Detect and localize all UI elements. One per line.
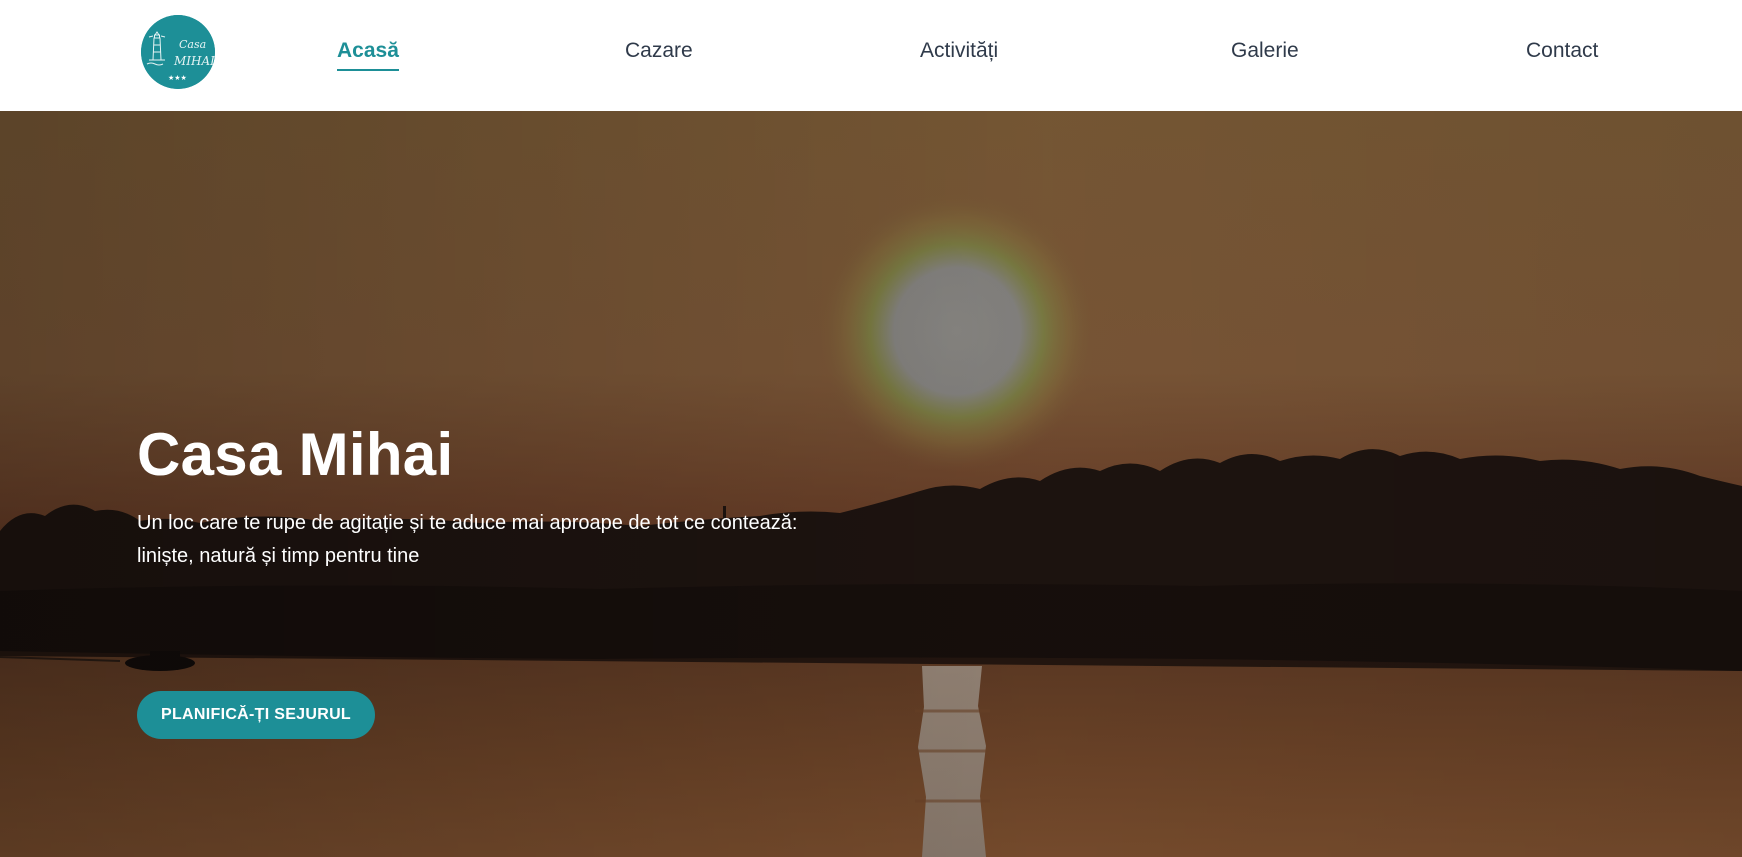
main-nav: Acasă Cazare Activități Galerie Contact [0, 0, 1742, 111]
hero-content: Casa Mihai Un loc care te rupe de agitaț… [137, 421, 1037, 573]
hero-title: Casa Mihai [137, 421, 454, 488]
site-header: Casa MIHAI ★★★ Acasă Cazare Activități G… [0, 0, 1742, 111]
nav-item-galerie[interactable]: Galerie [1231, 37, 1299, 65]
nav-item-cazare[interactable]: Cazare [625, 37, 693, 65]
nav-item-contact[interactable]: Contact [1526, 37, 1598, 65]
plan-stay-button[interactable]: PLANIFICĂ-ȚI SEJURUL [137, 691, 375, 739]
hero-section: Casa Mihai Un loc care te rupe de agitaț… [0, 111, 1742, 857]
nav-item-acasa[interactable]: Acasă [337, 37, 399, 71]
hero-subtitle: Un loc care te rupe de agitație și te ad… [137, 512, 798, 567]
nav-item-activitati[interactable]: Activități [920, 37, 998, 65]
